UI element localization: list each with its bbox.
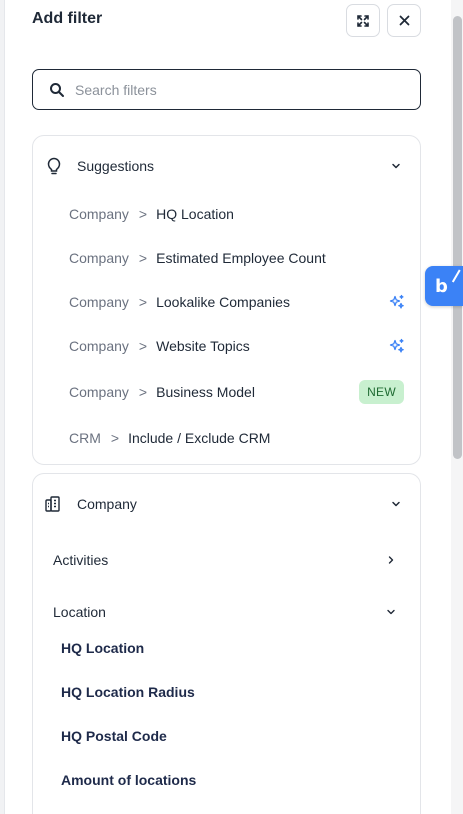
section-location[interactable]: Location [53,600,420,624]
filter-item-hq-location-radius[interactable]: HQ Location Radius [61,681,195,703]
search-field[interactable] [32,69,421,110]
suggestions-card: Suggestions Company > HQ Location Company >… [32,135,421,465]
filter-item-hq-postal-code[interactable]: HQ Postal Code [61,725,167,747]
scrollbar-thumb[interactable] [453,16,462,459]
suggestion-item[interactable]: CRM > Include / Exclude CRM [69,426,270,450]
section-label: Activities [53,552,109,568]
suggestion-item[interactable]: Company > Website Topics [69,334,250,358]
filter-item-hq-location[interactable]: HQ Location [61,637,144,659]
company-title: Company [77,496,137,512]
expand-icon [357,14,369,27]
suggestions-header[interactable]: Suggestions [33,136,420,196]
suggestion-item[interactable]: Company > HQ Location [69,202,234,226]
company-header[interactable]: Company [33,474,420,534]
sparkle-icon [389,338,404,353]
search-input[interactable] [75,81,395,98]
add-filter-panel: Add filter Search filters Suggestions Co… [5,0,451,814]
panel-title: Add filter [32,10,103,27]
suggestion-item[interactable]: Company > Business Model [69,380,255,404]
close-icon [399,15,409,26]
sparkle-icon [389,294,404,309]
suggestion-item[interactable]: Company > Lookalike Companies [69,290,420,314]
extension-tab[interactable]: b [425,266,463,306]
suggestions-title: Suggestions [77,158,155,174]
suggestion-item[interactable]: Company > Estimated Employee Count [69,246,326,270]
filter-item-amount-of-locations[interactable]: Amount of locations [61,769,196,791]
lightbulb-icon [45,156,63,176]
chevron-down-icon [392,163,400,169]
chevron-right-icon [388,556,394,564]
expand-button[interactable] [346,4,380,37]
close-button[interactable] [387,4,421,37]
company-card: Company Activities Location HQ Location … [32,473,421,814]
section-label: Location [53,604,106,620]
section-activities[interactable]: Activities [53,548,420,572]
building-icon [45,494,63,514]
extension-slash-icon [451,269,463,285]
chevron-down-icon [387,609,395,615]
extension-logo: b [435,275,448,297]
chevron-down-icon [392,501,400,507]
search-icon [48,81,66,99]
new-badge: NEW [359,380,404,404]
